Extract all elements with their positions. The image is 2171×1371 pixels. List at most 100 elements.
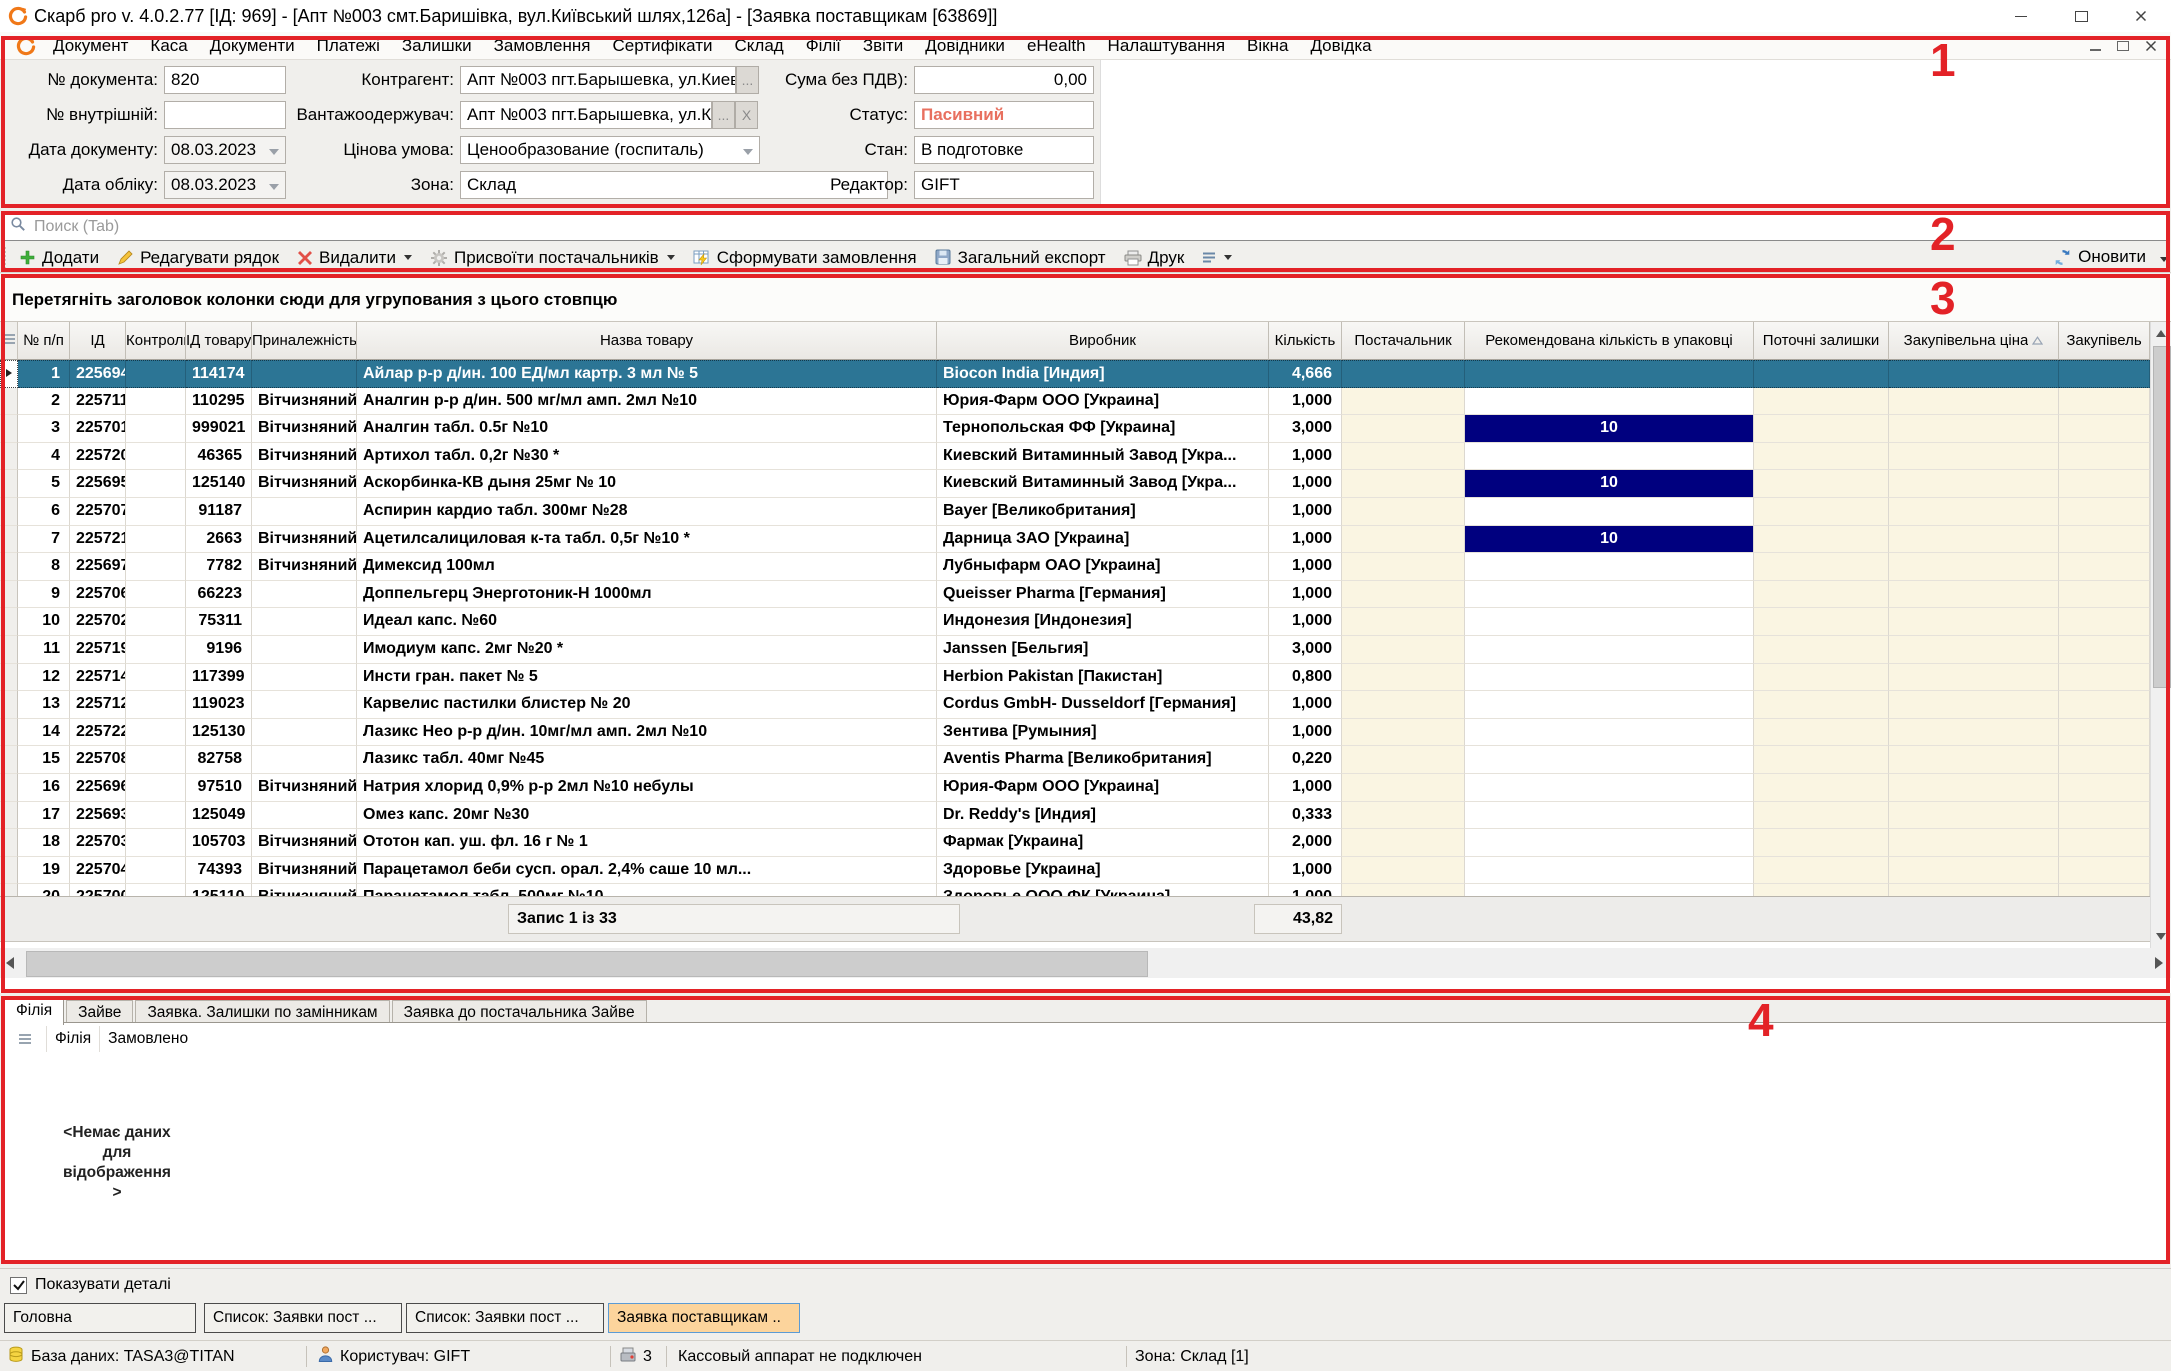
table-row[interactable]: 17225693125049Омез капс. 20мг №30Dr. Red… [0, 802, 2150, 830]
window-tab-1[interactable]: Список: Заявки пост ... [204, 1303, 402, 1333]
menu-item-13[interactable]: Вікна [1236, 34, 1299, 58]
consignee-field[interactable]: Апт №003 пгт.Барышевка, ул.К [460, 101, 712, 129]
menu-item-2[interactable]: Документи [199, 34, 306, 58]
dropdown-caret-icon[interactable] [667, 255, 675, 260]
toolbar-overflow-caret-icon[interactable] [2160, 257, 2168, 262]
toolbar-general-export-button[interactable]: Загальний експорт [926, 246, 1115, 270]
column-header-id[interactable]: ІД [70, 322, 126, 360]
cell-indicator [0, 498, 18, 526]
dropdown-caret-icon[interactable] [1224, 255, 1232, 260]
cell-tovar_id: 125049 [186, 802, 252, 830]
toolbar-list-menu-button[interactable] [1193, 249, 1241, 266]
menu-item-6[interactable]: Сертифікати [601, 34, 723, 58]
column-header-current_stock[interactable]: Поточні залишки [1754, 322, 1889, 360]
table-row[interactable]: 82256977782ВітчизнянийДимексид 100млЛубн… [0, 553, 2150, 581]
column-header-indicator[interactable] [0, 322, 18, 360]
show-details-checkbox[interactable] [10, 1277, 27, 1294]
horizontal-scrollbar[interactable] [0, 948, 2171, 978]
horizontal-scroll-thumb[interactable] [26, 951, 1148, 977]
column-header-num[interactable]: № п/п [18, 322, 70, 360]
scroll-up-arrow-icon[interactable] [2156, 330, 2166, 337]
column-header-affiliation[interactable]: Приналежність [252, 322, 357, 360]
column-header-name[interactable]: Назва товару [357, 322, 937, 360]
search-input[interactable] [32, 217, 2166, 237]
minimize-button[interactable] [1991, 0, 2051, 32]
table-row[interactable]: 922570666223Доппельгерц Энерготоник-Н 10… [0, 581, 2150, 609]
scroll-left-arrow-icon[interactable] [6, 957, 14, 969]
sum-no-vat-field[interactable]: 0,00 [914, 66, 1094, 94]
refresh-button[interactable]: Оновити [2044, 245, 2155, 269]
table-row[interactable]: 1225694114174Айлар р-р д/ин. 100 ЕД/мл к… [0, 360, 2150, 388]
table-row[interactable]: 20225700125110ВітчизнянийПарацетамол таб… [0, 884, 2150, 896]
table-row[interactable]: 2225711110295ВітчизнянийАналгин р-р д/ин… [0, 388, 2150, 416]
column-header-recommended[interactable]: Рекомендована кількість в упаковці [1465, 322, 1754, 360]
column-header-supplier[interactable]: Постачальник [1342, 322, 1465, 360]
mdi-close-button[interactable] [2145, 40, 2157, 52]
table-row[interactable]: 13225712119023Карвелис пастилки блистер … [0, 691, 2150, 719]
cell-control [126, 884, 186, 896]
table-row[interactable]: 12225714117399Инсти гран. пакет № 5Herbi… [0, 664, 2150, 692]
table-row[interactable]: 422572046365ВітчизнянийАртихол табл. 0,2… [0, 443, 2150, 471]
table-row[interactable]: 1922570474393ВітчизнянийПарацетамол беби… [0, 857, 2150, 885]
detail-column-filia[interactable]: Філія [47, 1026, 100, 1052]
scroll-right-arrow-icon[interactable] [2155, 957, 2163, 969]
menu-item-7[interactable]: Склад [724, 34, 795, 58]
mdi-minimize-button[interactable] [2090, 49, 2101, 51]
column-header-qty[interactable]: Кількість [1269, 322, 1342, 360]
cell-producer: Индонезия [Индонезия] [937, 608, 1269, 636]
toolbar-grip[interactable] [3, 247, 6, 269]
search-box[interactable] [3, 212, 2167, 241]
dropdown-caret-icon[interactable] [404, 255, 412, 260]
menu-item-14[interactable]: Довідка [1299, 34, 1382, 58]
close-button[interactable] [2111, 0, 2171, 32]
column-chooser-icon[interactable] [3, 332, 15, 349]
contragent-field[interactable]: Апт №003 пгт.Барышевка, ул.Киев [460, 66, 736, 94]
window-tab-3[interactable]: Заявка поставщикам .. [608, 1303, 800, 1333]
table-row[interactable]: 14225722125130Лазикс Нео р-р д/ин. 10мг/… [0, 719, 2150, 747]
table-row[interactable]: 3225701999021ВітчизнянийАналгин табл. 0.… [0, 415, 2150, 443]
menu-item-4[interactable]: Залишки [391, 34, 483, 58]
table-row[interactable]: 72257212663ВітчизнянийАцетилсалициловая … [0, 526, 2150, 554]
menu-item-9[interactable]: Звіти [852, 34, 914, 58]
menu-item-11[interactable]: eHealth [1016, 34, 1097, 58]
table-row[interactable]: 1622569697510ВітчизнянийНатрия хлорид 0,… [0, 774, 2150, 802]
toolbar-print-button[interactable]: Друк [1115, 246, 1194, 270]
table-row[interactable]: 18225703105703ВітчизнянийОтотон кап. уш.… [0, 829, 2150, 857]
toolbar-assign-suppliers-button[interactable]: Присвоїти постачальників [421, 246, 684, 270]
table-row[interactable]: 1022570275311Идеал капс. №60Индонезия [И… [0, 608, 2150, 636]
vertical-scroll-thumb[interactable] [2153, 346, 2171, 688]
toolbar-add-button[interactable]: Додати [10, 246, 108, 270]
group-by-hint[interactable]: Перетягніть заголовок колонки сюди для у… [0, 278, 2171, 322]
menu-item-1[interactable]: Каса [139, 34, 198, 58]
table-row[interactable]: 112257199196Имодиум капс. 2мг №20 *Janss… [0, 636, 2150, 664]
menu-item-12[interactable]: Налаштування [1097, 34, 1237, 58]
menu-item-8[interactable]: Філії [795, 34, 852, 58]
column-header-purchase_price[interactable]: Закупівельна ціна [1889, 322, 2059, 360]
mdi-restore-button[interactable] [2117, 41, 2129, 51]
status-separator [666, 1346, 667, 1367]
window-tab-2[interactable]: Список: Заявки пост ... [406, 1303, 604, 1333]
vertical-scrollbar[interactable] [2150, 322, 2171, 948]
menu-item-0[interactable]: Документ [42, 34, 139, 58]
toolbar-delete-button[interactable]: Видалити [288, 246, 421, 270]
menu-item-10[interactable]: Довідники [914, 34, 1016, 58]
toolbar-form-order-button[interactable]: Сформувати замовлення [684, 246, 926, 270]
table-row[interactable]: 622570791187Аспирин кардио табл. 300мг №… [0, 498, 2150, 526]
detail-column-zamovleno[interactable]: Замовлено [100, 1026, 196, 1052]
column-header-purchase_extra[interactable]: Закупівель [2059, 322, 2150, 360]
column-header-producer[interactable]: Виробник [937, 322, 1269, 360]
menu-item-5[interactable]: Замовлення [483, 34, 602, 58]
detail-tab-0[interactable]: Філія [4, 998, 64, 1025]
toolbar-edit-row-button[interactable]: Редагувати рядок [108, 246, 288, 270]
column-chooser-icon[interactable] [4, 1026, 47, 1052]
column-header-control[interactable]: Контроль [126, 322, 186, 360]
table-row[interactable]: 5225695125140ВітчизнянийАскорбинка-КВ ды… [0, 470, 2150, 498]
status-group: Статус: Пасивний [702, 101, 1094, 129]
show-details-row: Показувати деталі [0, 1268, 2171, 1301]
column-header-tovar_id[interactable]: ІД товару [186, 322, 252, 360]
window-tab-0[interactable]: Головна [4, 1303, 196, 1333]
menu-item-3[interactable]: Платежі [306, 34, 391, 58]
maximize-button[interactable] [2051, 0, 2111, 32]
scroll-down-arrow-icon[interactable] [2156, 933, 2166, 940]
table-row[interactable]: 1522570882758Лазикс табл. 40мг №45Aventi… [0, 746, 2150, 774]
